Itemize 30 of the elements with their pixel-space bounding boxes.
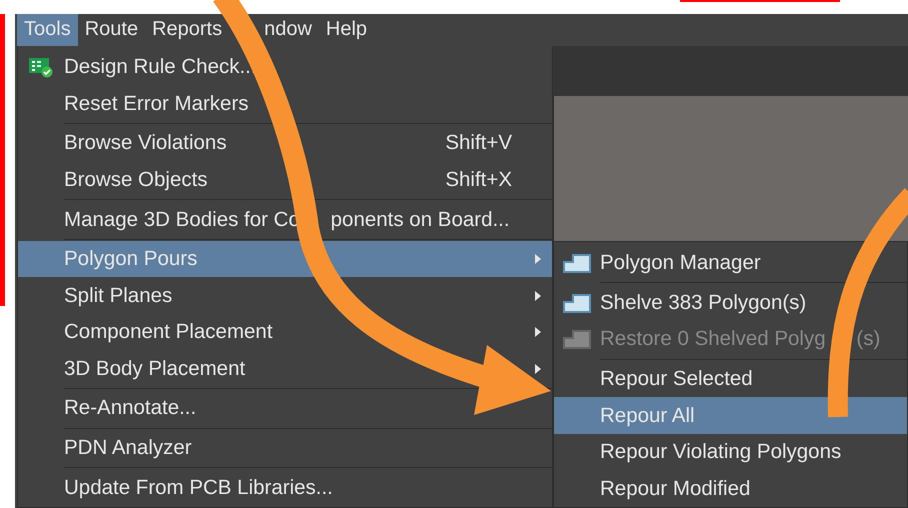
submenu-item[interactable]: Shelve 383 Polygon(s)	[554, 284, 907, 322]
menu-title[interactable]: ndow	[229, 14, 319, 46]
shortcut-text: Shift+X	[445, 168, 512, 192]
menu-item-text: (s)	[856, 327, 880, 352]
menu-item[interactable]: Reset Error Markers	[18, 85, 552, 122]
submenu-caret-icon	[534, 253, 542, 266]
shortcut-text: Shift+V	[445, 131, 512, 156]
menu-title[interactable]: Reports	[145, 14, 230, 46]
menu-item[interactable]: PDN Analyzer	[18, 430, 552, 466]
submenu-caret-icon	[534, 290, 542, 302]
submenu-item[interactable]: Repour Modified	[554, 470, 907, 507]
menu-title[interactable]: Help	[318, 14, 374, 46]
grid-check-icon	[28, 56, 54, 78]
menu-title[interactable]: Route	[78, 14, 146, 46]
menu-item-text: ponents on Board...	[330, 208, 510, 232]
submenu-item[interactable]: Repour Violating Polygons	[554, 434, 907, 470]
submenu-item[interactable]: Repour Selected	[554, 360, 907, 398]
polygon-icon	[563, 253, 591, 274]
menu-item[interactable]: Re-Annotate...	[18, 390, 552, 427]
menu-item[interactable]: Browse Objects Shift+X	[18, 162, 552, 198]
menu-item[interactable]: 3D Body Placement	[18, 350, 552, 388]
menu-item[interactable]: Component Placement	[18, 314, 552, 351]
submenu-caret-icon	[534, 362, 542, 375]
polygon-icon	[563, 292, 591, 313]
menu-item[interactable]: Update From PCB Libraries...	[18, 469, 552, 506]
polygon-icon	[563, 329, 591, 350]
submenu-item[interactable]: Polygon Manager	[554, 244, 907, 282]
menu-item[interactable]: Split Planes	[18, 277, 552, 314]
submenu-caret-icon	[534, 326, 542, 338]
menu-item[interactable]: Browse Violations Shift+V	[18, 125, 552, 162]
